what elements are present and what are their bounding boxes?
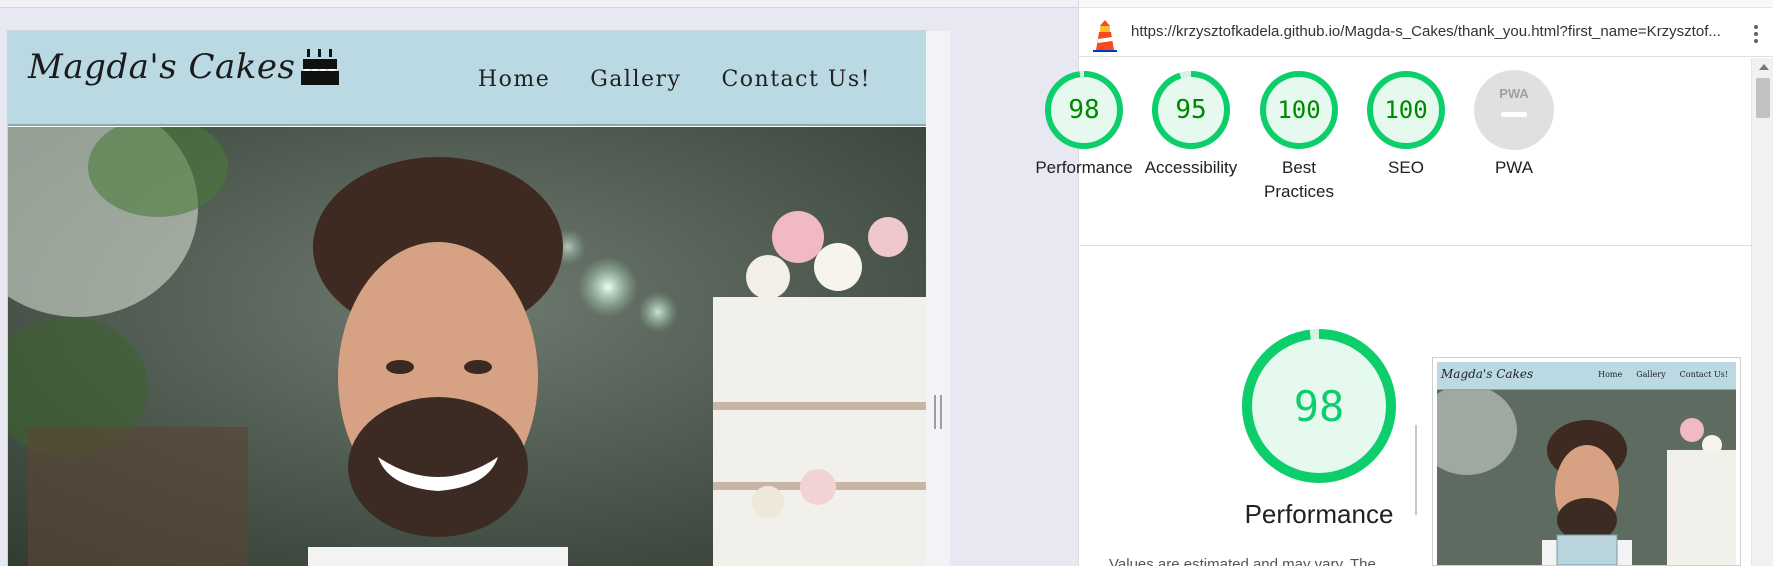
thumbnail-photo [1437,390,1736,565]
nav-gallery[interactable]: Gallery [590,67,681,92]
hero-image [8,127,926,566]
site-brand[interactable]: Magda's Cakes [28,47,340,87]
gauge-ring: 100 [1260,71,1338,149]
gauge-best-practices[interactable]: 100 Best Practices [1244,70,1354,204]
gauge-label: Best Practices [1264,158,1334,201]
thumbnail-nav-home: Home [1598,370,1623,379]
gauge-value: 100 [1277,96,1320,124]
gauge-label: Performance [1035,158,1133,177]
thumbnail-nav-gallery: Gallery [1636,370,1666,379]
large-gauge-value: 98 [1294,382,1345,431]
gauge-performance[interactable]: 98 Performance [1029,70,1139,180]
thumbnail-nav: Home Gallery Contact Us! [1598,370,1728,379]
lighthouse-panel: https://krzysztofkadela.github.io/Magda-… [1035,0,1773,566]
more-options-icon[interactable] [1746,22,1766,48]
gauge-label: PWA [1494,158,1534,177]
pwa-badge-text: PWA [1499,86,1529,101]
gauge-ring: 100 [1367,71,1445,149]
report-url-bar: https://krzysztofkadela.github.io/Magda-… [1079,9,1773,57]
final-screenshot-thumbnail[interactable]: Magda's Cakes Home Gallery Contact Us! [1432,357,1741,566]
score-gauges: 98 Performance 95 Accessibility 100 Best Pract… [1035,58,1751,246]
thumbnail-brand: Magda's Cakes [1441,367,1534,381]
thumbnail-header: Magda's Cakes Home Gallery Contact Us! [1437,362,1736,390]
resize-handle[interactable] [934,395,942,429]
report-topbar [1079,0,1773,8]
performance-description: Values are estimated and may vary. The [1109,556,1376,566]
site-nav: Home Gallery Contact Us! [478,67,871,92]
pwa-dash [1501,112,1527,117]
lighthouse-icon [1093,20,1117,52]
gauge-ring: 98 [1045,71,1123,149]
emulation-gutter [926,31,950,566]
thumbnail-image [1437,390,1736,565]
brand-text[interactable]: Magda's Cakes [28,47,295,87]
gauge-value: 100 [1384,96,1427,124]
metric-divider [1415,425,1417,515]
scroll-thumb[interactable] [1756,78,1770,118]
gauge-label: SEO [1388,158,1424,177]
gauge-seo[interactable]: 100 SEO [1351,70,1461,180]
gauge-value: 98 [1068,95,1099,125]
gauge-ring: 95 [1152,71,1230,149]
performance-large-label: Performance [1244,499,1394,529]
performance-gauge-large: 98 [1242,329,1396,483]
scroll-up-icon[interactable] [1759,64,1769,70]
screen: Magda's Cakes Home Gallery Contact Us! h… [0,0,1773,566]
report-url[interactable]: https://krzysztofkadela.github.io/Magda-… [1131,23,1721,40]
report-scrollbar[interactable] [1751,58,1773,566]
emulated-page: Magda's Cakes Home Gallery Contact Us! [8,31,926,566]
pwa-badge [1474,70,1554,150]
site-header: Magda's Cakes Home Gallery Contact Us! [8,31,926,126]
cake-icon [301,49,340,85]
thumbnail-nav-contact: Contact Us! [1679,370,1728,379]
gauge-value: 95 [1175,95,1206,125]
nav-home[interactable]: Home [478,67,550,92]
nav-contact[interactable]: Contact Us! [721,67,871,92]
baker-photo [8,127,926,566]
gauge-ring: PWA [1474,70,1554,150]
gauge-label: Accessibility [1144,158,1238,177]
gauge-pwa[interactable]: PWA PWA [1459,70,1569,180]
browser-top-strip [0,0,1078,8]
performance-score-large: 98 Performance [1184,326,1454,530]
gauge-accessibility[interactable]: 95 Accessibility [1136,70,1246,180]
